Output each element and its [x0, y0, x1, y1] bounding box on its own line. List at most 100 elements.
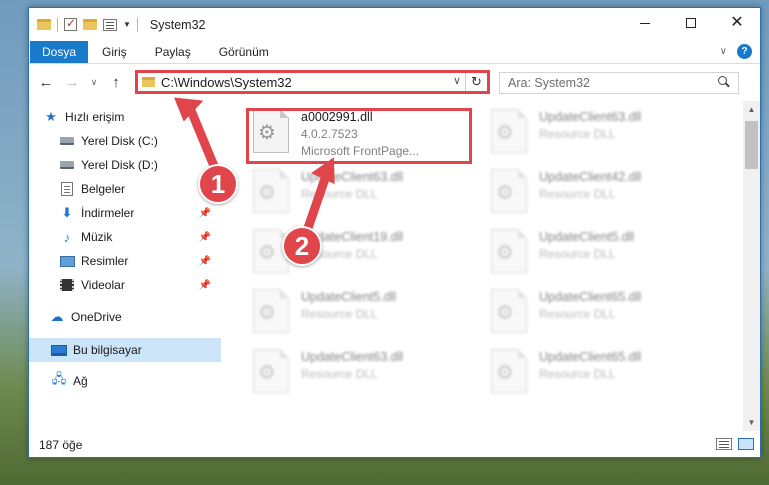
view-switcher: [716, 438, 754, 450]
file-item[interactable]: UpdateClient5.dll Resource DLL: [485, 225, 715, 283]
nav-item-local-disk-c[interactable]: Yerel Disk (C:): [29, 129, 221, 153]
dll-file-icon: [491, 109, 527, 153]
tab-home[interactable]: Giriş: [88, 41, 141, 63]
nav-item-onedrive[interactable]: ☁ OneDrive: [29, 305, 221, 329]
file-item[interactable]: UpdateClient65.dll Resource DLL: [485, 345, 715, 403]
status-bar: 187 öğe: [29, 432, 760, 457]
tab-view[interactable]: Görünüm: [205, 41, 283, 63]
back-button[interactable]: ←: [35, 72, 57, 94]
step-1-badge: 1: [198, 164, 238, 204]
nav-item-label: Belgeler: [81, 182, 126, 196]
toolbar-divider: [57, 17, 58, 32]
file-type: Resource DLL: [301, 367, 378, 381]
file-type: Resource DLL: [539, 247, 616, 261]
nav-item-documents[interactable]: Belgeler: [29, 177, 221, 201]
nav-item-label: Müzik: [81, 230, 113, 244]
documents-icon: [59, 182, 75, 196]
folder-icon: [142, 77, 155, 87]
view-options-icon[interactable]: [103, 18, 117, 31]
file-item[interactable]: UpdateClient63.dll Resource DLL: [485, 105, 715, 163]
file-item[interactable]: UpdateClient5.dll Resource DLL: [247, 285, 477, 343]
scroll-up-icon[interactable]: ▲: [743, 101, 760, 118]
large-icons-view-icon[interactable]: [738, 438, 754, 450]
search-input[interactable]: [508, 76, 708, 90]
file-name: UpdateClient65.dll: [539, 290, 642, 304]
up-button[interactable]: ↑: [105, 72, 127, 94]
cloud-icon: ☁: [50, 309, 64, 324]
ribbon-tabs: Dosya Giriş Paylaş Görünüm ∨ ?: [29, 41, 760, 64]
close-button[interactable]: ✕: [714, 8, 760, 38]
address-path[interactable]: C:\Windows\System32: [161, 75, 292, 90]
customize-toolbar-caret-icon[interactable]: ▼: [123, 20, 131, 29]
address-dropdown-chevron-down-icon[interactable]: ∨: [453, 74, 461, 87]
dll-file-icon: [253, 169, 289, 213]
nav-item-label: Yerel Disk (C:): [81, 134, 158, 148]
scroll-down-icon[interactable]: ▼: [743, 414, 760, 431]
file-item[interactable]: UpdateClient42.dll Resource DLL: [485, 165, 715, 223]
file-name: UpdateClient63.dll: [301, 350, 404, 364]
pin-icon[interactable]: 📌: [199, 280, 211, 291]
nav-item-this-pc[interactable]: Bu bilgisayar: [29, 338, 221, 362]
close-icon: ✕: [730, 14, 744, 31]
nav-item-local-disk-d[interactable]: Yerel Disk (D:): [29, 153, 221, 177]
music-icon: ♪: [63, 229, 71, 245]
videos-icon: [59, 278, 75, 292]
recent-locations-chevron-down-icon[interactable]: ∨: [87, 72, 101, 94]
nav-item-pictures[interactable]: Resimler 📌: [29, 249, 221, 273]
file-type: Resource DLL: [301, 307, 378, 321]
file-type: Resource DLL: [539, 127, 616, 141]
file-item[interactable]: UpdateClient63.dll Resource DLL: [247, 165, 477, 223]
toolbar-divider: [136, 17, 138, 32]
nav-item-music[interactable]: ♪ Müzik 📌: [29, 225, 221, 249]
scroll-thumb[interactable]: [745, 121, 758, 169]
tab-file[interactable]: Dosya: [30, 41, 89, 63]
forward-button[interactable]: →: [61, 72, 83, 94]
file-item[interactable]: UpdateClient19.dllResource DLL: [247, 225, 477, 283]
pin-icon[interactable]: 📌: [199, 208, 211, 219]
file-name: UpdateClient5.dll: [301, 290, 397, 304]
disk-icon: [59, 134, 75, 148]
star-icon: ★: [45, 109, 57, 124]
nav-item-label: Hızlı erişim: [65, 110, 125, 124]
pictures-icon: [59, 254, 75, 268]
search-icon[interactable]: [718, 76, 730, 88]
network-icon: 🖧: [51, 371, 67, 386]
nav-item-videos[interactable]: Videolar 📌: [29, 273, 221, 297]
refresh-button[interactable]: ↻: [465, 73, 487, 91]
new-folder-icon[interactable]: [83, 19, 97, 30]
address-row: ← → ∨ ↑ C:\Windows\System32 ∨ ↻: [29, 64, 760, 101]
step-2-badge: 2: [282, 226, 322, 266]
file-name: UpdateClient42.dll: [539, 170, 642, 184]
file-type: Resource DLL: [539, 367, 616, 381]
nav-item-label: Yerel Disk (D:): [81, 158, 158, 172]
disk-icon: [59, 158, 75, 172]
nav-item-label: OneDrive: [71, 310, 122, 324]
file-item[interactable]: UpdateClient63.dll Resource DLL: [247, 345, 477, 403]
pin-icon[interactable]: 📌: [199, 256, 211, 267]
minimize-icon: [640, 22, 650, 24]
help-icon[interactable]: ?: [737, 44, 752, 59]
downloads-icon: ⬇: [61, 205, 73, 220]
properties-check-icon[interactable]: [64, 16, 77, 31]
nav-item-quick-access[interactable]: ★ Hızlı erişim: [29, 105, 221, 129]
nav-item-downloads[interactable]: ⬇ İndirmeler 📌: [29, 201, 221, 225]
file-highlight-frame: [246, 108, 472, 164]
dll-file-icon: [491, 289, 527, 333]
nav-item-label: Ağ: [73, 374, 88, 388]
explorer-window: ▼ System32 ✕ Dosya Giriş Paylaş Görünüm …: [28, 7, 761, 458]
expand-ribbon-chevron-down-icon[interactable]: ∨: [720, 46, 727, 57]
tab-share[interactable]: Paylaş: [141, 41, 205, 63]
pin-icon[interactable]: 📌: [199, 232, 211, 243]
address-bar[interactable]: C:\Windows\System32 ∨ ↻: [135, 70, 490, 94]
search-box[interactable]: [499, 72, 739, 94]
minimize-button[interactable]: [622, 8, 668, 38]
nav-item-label: Resimler: [81, 254, 129, 268]
nav-item-network[interactable]: 🖧 Ağ: [29, 369, 221, 393]
window-controls: ✕: [622, 8, 760, 38]
vertical-scrollbar[interactable]: ▲ ▼: [743, 101, 760, 431]
file-item[interactable]: UpdateClient65.dll Resource DLL: [485, 285, 715, 343]
navigation-pane: ★ Hızlı erişim Yerel Disk (C:) Yerel Dis…: [29, 101, 222, 431]
nav-item-label: Videolar: [81, 278, 125, 292]
details-view-icon[interactable]: [716, 438, 732, 450]
maximize-button[interactable]: [668, 8, 714, 38]
